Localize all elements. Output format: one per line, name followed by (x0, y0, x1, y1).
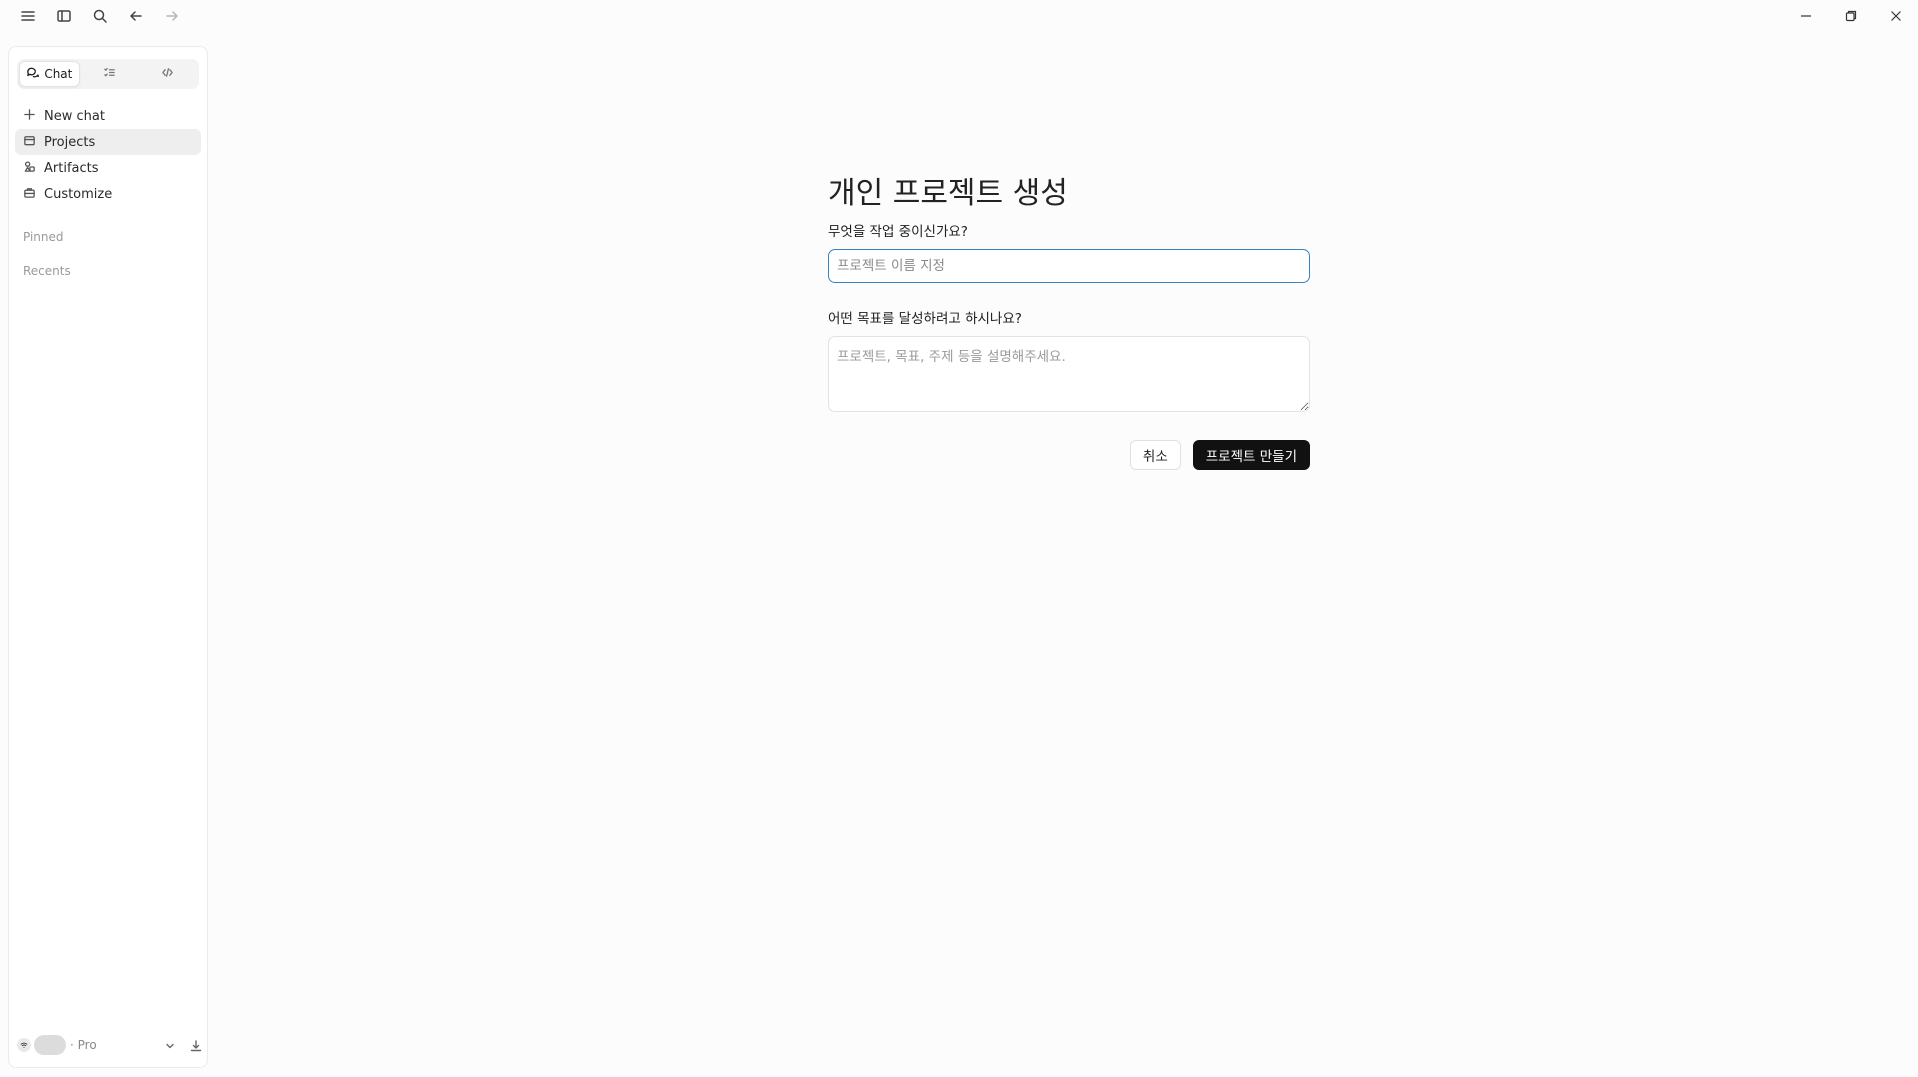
tab-chat[interactable]: Chat (19, 61, 80, 87)
chevron-down-icon[interactable] (163, 1038, 177, 1052)
menu-icon[interactable] (14, 4, 42, 28)
restore-icon[interactable] (1835, 4, 1867, 28)
pinned-section-label: Pinned (23, 230, 64, 244)
avatar (34, 1035, 66, 1055)
create-project-button[interactable]: 프로젝트 만들기 (1192, 440, 1310, 470)
wifi-icon (17, 1038, 31, 1052)
sidebar-item-new-chat[interactable]: New chat (15, 103, 201, 129)
cancel-button[interactable]: 취소 (1129, 440, 1181, 470)
tab-tasks[interactable] (80, 61, 139, 87)
sidebar-toggle-icon[interactable] (50, 4, 78, 28)
project-goal-textarea[interactable] (828, 336, 1310, 412)
back-arrow-icon[interactable] (122, 4, 150, 28)
recents-section-label: Recents (23, 264, 71, 278)
forward-arrow-icon[interactable] (158, 4, 186, 28)
minimize-icon[interactable] (1790, 4, 1822, 28)
project-name-label: 무엇을 작업 중이신가요? (828, 224, 968, 240)
sidebar-item-customize[interactable]: Customize (15, 181, 201, 207)
artifacts-icon (23, 160, 36, 177)
tab-code[interactable] (138, 61, 197, 87)
close-icon[interactable] (1880, 4, 1912, 28)
tab-chat-label: Chat (44, 67, 73, 81)
sidebar-nav: New chat Projects Artifacts Customize (15, 103, 201, 207)
code-icon (161, 66, 174, 82)
mode-switcher: Chat (17, 59, 199, 89)
chat-bubbles-icon (26, 66, 40, 82)
briefcase-icon (23, 186, 36, 203)
account-footer[interactable]: · Pro (17, 1031, 202, 1059)
sidebar-item-artifacts[interactable]: Artifacts (15, 155, 201, 181)
plan-badge: · Pro (70, 1038, 97, 1052)
page-title: 개인 프로젝트 생성 (828, 176, 1068, 211)
create-project-form: 개인 프로젝트 생성 무엇을 작업 중이신가요? 어떤 목표를 달성하려고 하시… (828, 172, 1310, 470)
list-icon (103, 66, 116, 82)
project-goal-label: 어떤 목표를 달성하려고 하시나요? (828, 311, 1022, 327)
sidebar-item-label: Artifacts (44, 160, 99, 176)
sidebar: Chat New chat Projects Artifacts Customi… (8, 46, 208, 1068)
search-icon[interactable] (86, 4, 114, 28)
folder-icon (23, 134, 36, 151)
project-name-input[interactable] (828, 249, 1310, 283)
title-bar (0, 0, 1918, 32)
sidebar-item-projects[interactable]: Projects (15, 129, 201, 155)
download-icon[interactable] (189, 1038, 203, 1052)
sidebar-item-label: New chat (44, 108, 105, 124)
sidebar-item-label: Projects (44, 134, 96, 150)
plus-icon (23, 108, 36, 125)
form-actions: 취소 프로젝트 만들기 (828, 440, 1310, 470)
sidebar-item-label: Customize (44, 186, 113, 202)
